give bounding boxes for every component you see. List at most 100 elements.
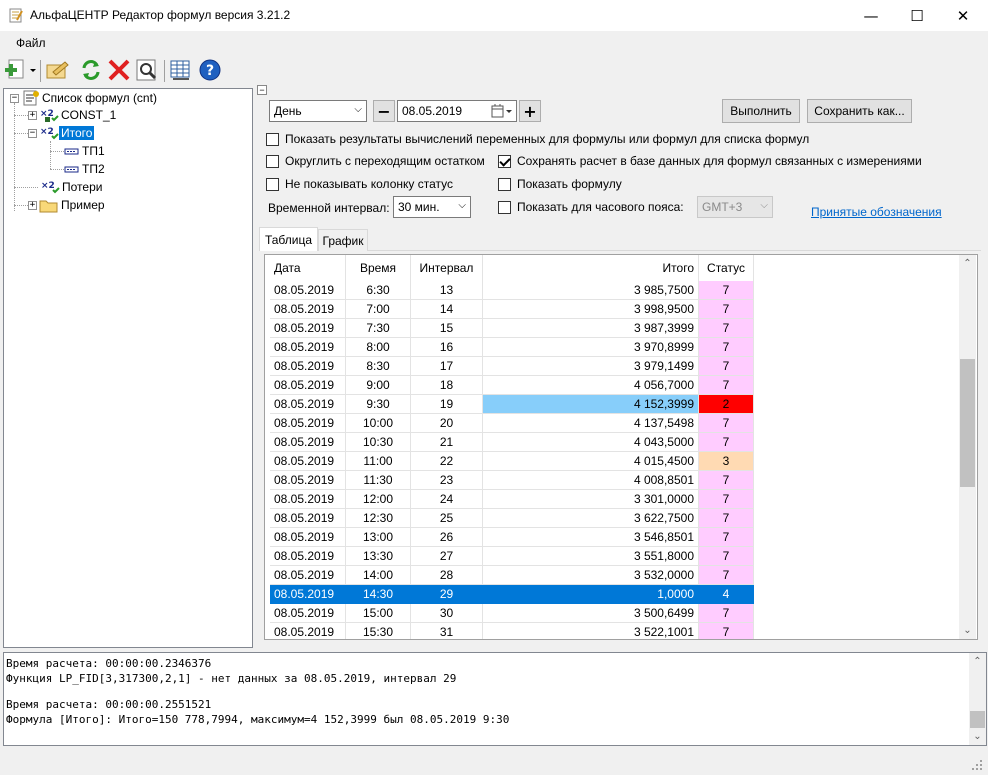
new-button[interactable] — [3, 58, 37, 82]
tree-item-poteri[interactable]: ×2 Потери — [40, 178, 104, 196]
table-row[interactable]: 08.05.2019 6:30 13 3 985,7500 7 — [270, 281, 754, 300]
tree-item-tp2[interactable]: ТП2 — [64, 160, 107, 178]
date-picker[interactable]: 08.05.2019 — [397, 100, 517, 122]
table-row[interactable]: 08.05.2019 12:30 25 3 622,7500 7 — [270, 509, 754, 528]
table-row[interactable]: 08.05.2019 7:00 14 3 998,9500 7 — [270, 300, 754, 319]
expand-icon[interactable]: + — [28, 110, 37, 120]
table-row[interactable]: 08.05.2019 11:30 23 4 008,8501 7 — [270, 471, 754, 490]
formula-list-icon — [23, 90, 39, 106]
checkbox-box[interactable] — [266, 154, 279, 168]
period-select-value: День — [274, 104, 302, 118]
checkbox-box[interactable] — [266, 177, 279, 191]
table-row[interactable]: 08.05.2019 7:30 15 3 987,3999 7 — [270, 319, 754, 338]
interval-select[interactable]: 30 мин. ⌵ — [393, 196, 471, 218]
hide-status-checkbox[interactable]: Не показывать колонку статус — [266, 177, 453, 191]
results-grid[interactable]: Дата Время Интервал Итого Статус 08.05.2019 6… — [264, 254, 978, 640]
scroll-thumb[interactable] — [970, 711, 985, 728]
date-minus-button[interactable]: − — [373, 100, 395, 122]
table-row[interactable]: 08.05.2019 10:00 20 4 137,5498 7 — [270, 414, 754, 433]
help-button[interactable]: ? — [198, 58, 222, 82]
table-row[interactable]: 08.05.2019 13:30 27 3 551,8000 7 — [270, 547, 754, 566]
scroll-thumb[interactable] — [960, 359, 975, 487]
timezone-select[interactable]: GMT+3 ⌵ — [697, 196, 773, 218]
menu-bar: Файл — [0, 31, 988, 54]
tree-root[interactable]: − Список формул (cnt) — [10, 89, 159, 107]
table-row[interactable]: 08.05.2019 10:30 21 4 043,5000 7 — [270, 433, 754, 452]
table-row[interactable]: 08.05.2019 12:00 24 3 301,0000 7 — [270, 490, 754, 509]
scroll-up-icon[interactable]: ⌃ — [959, 255, 976, 272]
panel-collapse-icon[interactable]: − — [257, 85, 267, 95]
minimize-button[interactable]: — — [848, 0, 894, 31]
table-button[interactable] — [169, 58, 193, 82]
grid-cell-date: 08.05.2019 — [270, 566, 346, 585]
grid-header-time[interactable]: Время — [346, 255, 411, 281]
minus-icon: − — [377, 101, 391, 121]
scroll-up-icon[interactable]: ⌃ — [969, 653, 986, 670]
new-icon — [5, 59, 36, 79]
edit-button[interactable] — [45, 58, 69, 82]
toolbar-separator — [40, 60, 41, 82]
table-row[interactable]: 08.05.2019 15:00 30 3 500,6499 7 — [270, 604, 754, 623]
save-as-button[interactable]: Сохранить как... — [807, 99, 912, 123]
calendar-icon[interactable] — [491, 103, 513, 122]
checkbox-box[interactable] — [498, 200, 511, 214]
preview-button[interactable] — [135, 58, 159, 82]
grid-header-date[interactable]: Дата — [270, 255, 346, 281]
table-row[interactable]: 08.05.2019 15:30 31 3 522,1001 7 — [270, 623, 754, 639]
log-output[interactable]: Время расчета: 00:00:00.2346376 Функция … — [3, 652, 987, 746]
grid-cell-status: 3 — [699, 452, 754, 471]
grid-cell-total: 3 551,8000 — [483, 547, 699, 566]
resize-grip-icon[interactable] — [970, 758, 984, 772]
table-row[interactable]: 08.05.2019 8:30 17 3 979,1499 7 — [270, 357, 754, 376]
close-button[interactable]: ✕ — [940, 0, 986, 31]
log-scrollbar[interactable]: ⌃ ⌄ — [969, 653, 986, 745]
tree-item-const1[interactable]: + ×2 CONST_1 — [28, 106, 118, 124]
table-row[interactable]: 08.05.2019 9:00 18 4 056,7000 7 — [270, 376, 754, 395]
tab-table[interactable]: Таблица — [259, 227, 318, 251]
formula-icon: ×2 — [41, 181, 60, 194]
formula-tree[interactable]: − Список формул (cnt) + ×2 CONST_1 − ×2 … — [3, 88, 253, 648]
grid-header-status[interactable]: Статус — [699, 255, 754, 281]
tree-item-itogo[interactable]: − ×2 Итого — [28, 124, 95, 142]
table-row[interactable]: 08.05.2019 9:30 19 4 152,3999 2 — [270, 395, 754, 414]
tree-item-tp1[interactable]: ТП1 — [64, 142, 107, 160]
round-checkbox[interactable]: Округлить с переходящим остатком — [266, 154, 485, 168]
grid-cell-total: 4 043,5000 — [483, 433, 699, 452]
period-select[interactable]: День ⌵ — [269, 100, 367, 122]
tab-chart[interactable]: График — [318, 229, 368, 251]
grid-cell-date: 08.05.2019 — [270, 604, 346, 623]
show-formula-checkbox[interactable]: Показать формулу — [498, 177, 622, 191]
grid-cell-date: 08.05.2019 — [270, 528, 346, 547]
show-results-checkbox[interactable]: Показать результаты вычислений переменны… — [266, 132, 809, 146]
save-db-checkbox[interactable]: Сохранять расчет в базе данных для форму… — [498, 154, 922, 168]
timezone-checkbox[interactable]: Показать для часового пояса: — [498, 200, 684, 214]
scroll-down-icon[interactable]: ⌄ — [959, 622, 976, 639]
collapse-icon[interactable]: − — [10, 93, 19, 103]
menu-file[interactable]: Файл — [16, 36, 46, 50]
checkbox-box-checked[interactable] — [498, 154, 511, 168]
grid-header-total[interactable]: Итого — [483, 255, 699, 281]
execute-button[interactable]: Выполнить — [722, 99, 800, 123]
legend-link[interactable]: Принятые обозначения — [811, 205, 942, 219]
refresh-button[interactable] — [79, 58, 103, 82]
delete-button[interactable] — [107, 58, 131, 82]
table-row[interactable]: 08.05.2019 14:30 29 1,0000 4 — [270, 585, 754, 604]
grid-cell-date: 08.05.2019 — [270, 319, 346, 338]
collapse-icon[interactable]: − — [28, 128, 37, 138]
table-row[interactable]: 08.05.2019 11:00 22 4 015,4500 3 — [270, 452, 754, 471]
expand-icon[interactable]: + — [28, 200, 37, 210]
checkbox-box[interactable] — [266, 132, 279, 146]
grid-header-interval[interactable]: Интервал — [411, 255, 483, 281]
table-row[interactable]: 08.05.2019 8:00 16 3 970,8999 7 — [270, 338, 754, 357]
scroll-down-icon[interactable]: ⌄ — [969, 728, 986, 745]
tree-item-primer[interactable]: + Пример — [28, 196, 107, 214]
formula-icon: ×2 — [40, 109, 59, 122]
maximize-button[interactable]: ☐ — [894, 0, 940, 31]
checkbox-box[interactable] — [498, 177, 511, 191]
grid-cell-interval: 19 — [411, 395, 483, 414]
grid-scrollbar[interactable]: ⌃ ⌄ — [959, 255, 976, 639]
table-row[interactable]: 08.05.2019 13:00 26 3 546,8501 7 — [270, 528, 754, 547]
date-plus-button[interactable]: + — [519, 100, 541, 122]
grid-cell-time: 13:30 — [346, 547, 411, 566]
table-row[interactable]: 08.05.2019 14:00 28 3 532,0000 7 — [270, 566, 754, 585]
